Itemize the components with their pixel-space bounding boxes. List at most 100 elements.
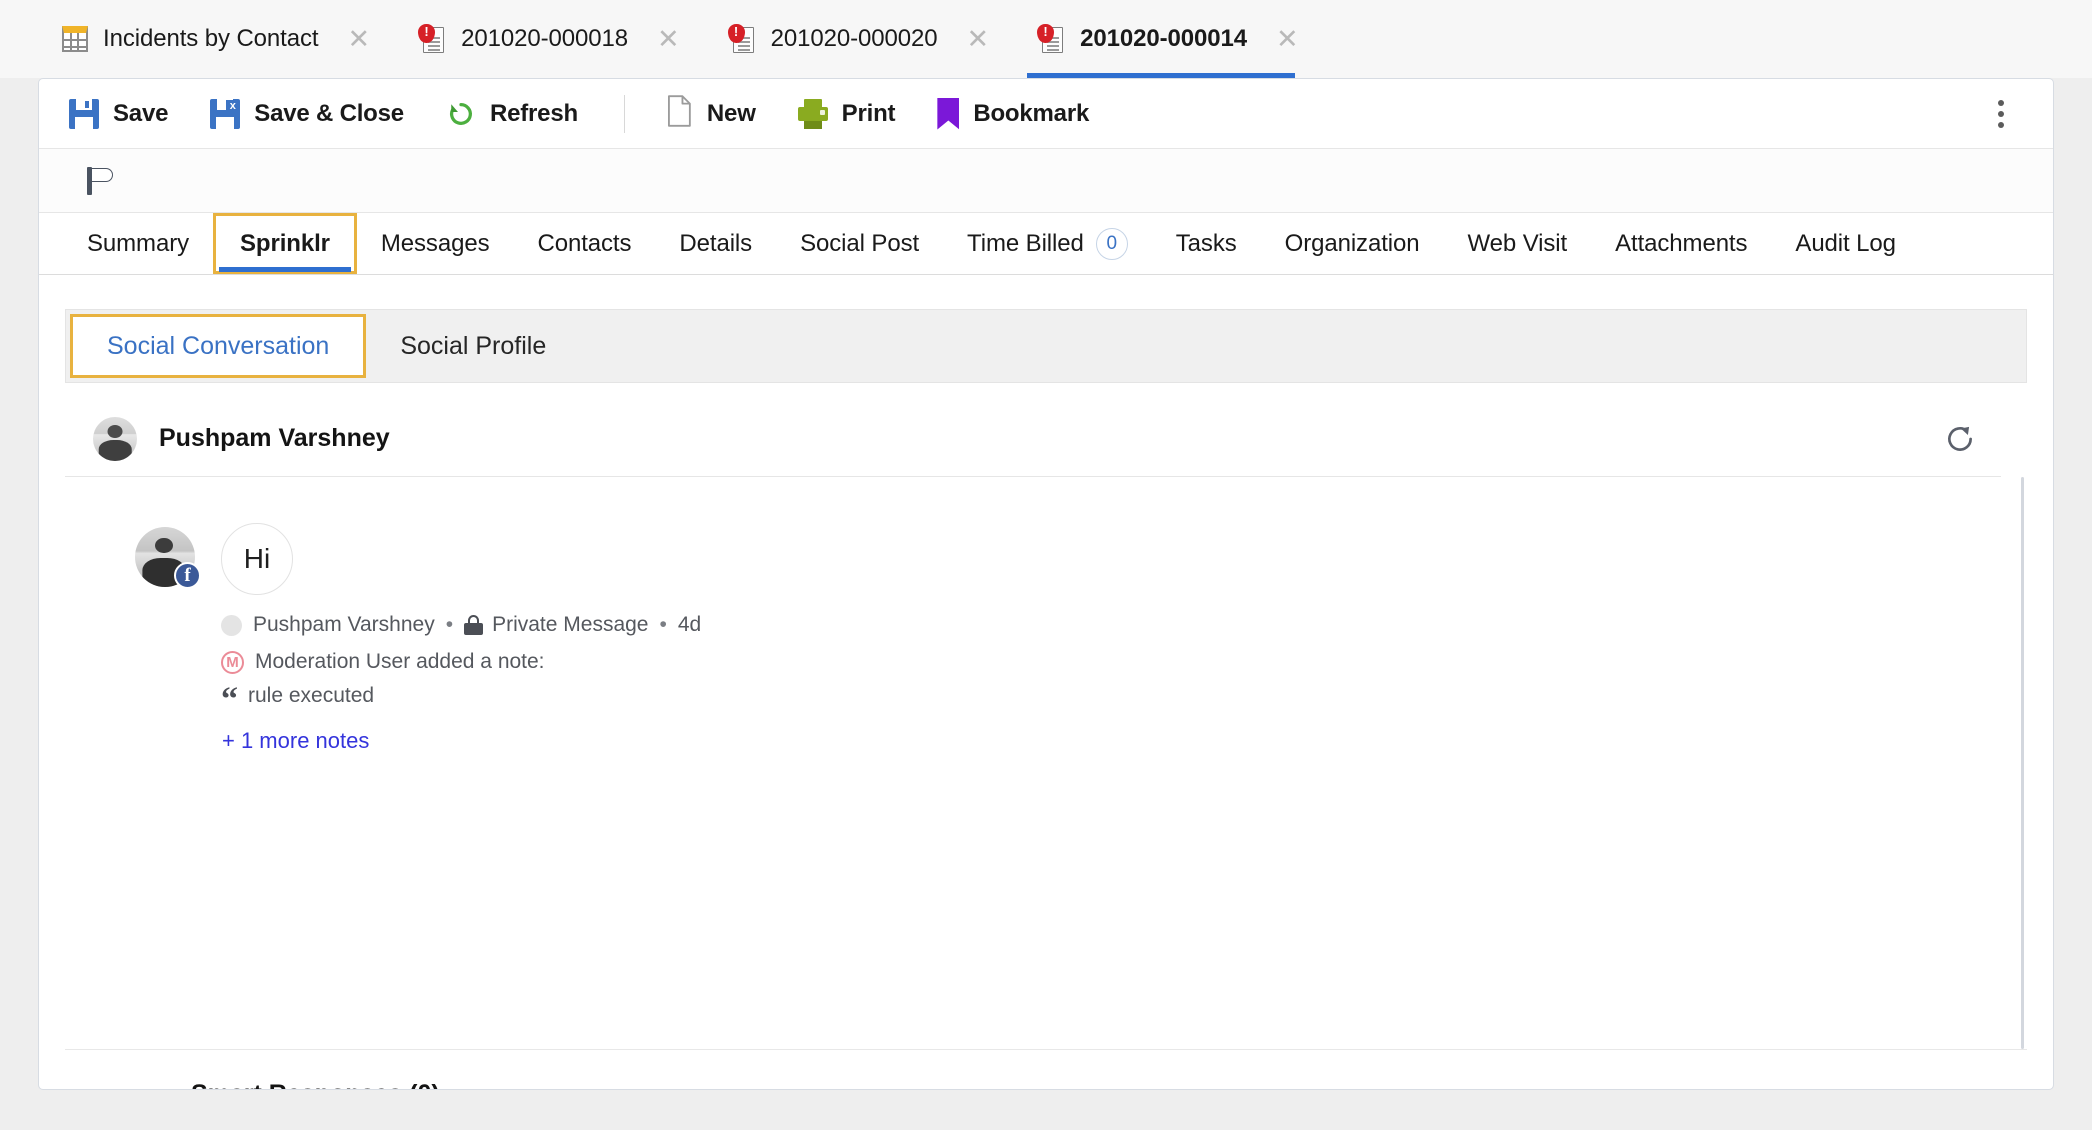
message-channel: Private Message bbox=[492, 613, 649, 636]
message-author: Pushpam Varshney bbox=[253, 613, 435, 636]
tab-sprinklr[interactable]: Sprinklr bbox=[212, 213, 357, 274]
subtab-label: Social Conversation bbox=[107, 331, 330, 360]
refresh-icon bbox=[446, 99, 476, 129]
incident-icon: ! bbox=[418, 24, 446, 54]
chevron-down-icon bbox=[159, 1089, 177, 1090]
tab-201020-000020[interactable]: ! 201020-000020 ✕ bbox=[718, 0, 1010, 78]
note-author: Moderation User added a note: bbox=[255, 650, 545, 673]
avatar: f bbox=[135, 527, 201, 589]
tab-label: Social Post bbox=[800, 229, 920, 257]
tab-label: 201020-000020 bbox=[770, 25, 938, 52]
new-document-icon bbox=[667, 95, 693, 132]
close-icon[interactable]: ✕ bbox=[1268, 26, 1307, 53]
tab-attachments[interactable]: Attachments bbox=[1591, 213, 1771, 274]
tab-label: Sprinklr bbox=[239, 229, 330, 257]
save-button[interactable]: Save bbox=[69, 98, 169, 129]
tab-label: 201020-000018 bbox=[461, 25, 628, 52]
save-icon bbox=[69, 98, 99, 129]
tab-messages[interactable]: Messages bbox=[357, 213, 514, 274]
tab-label: Details bbox=[679, 229, 753, 257]
contact-name: Pushpam Varshney bbox=[159, 424, 390, 452]
save-close-label: Save & Close bbox=[254, 99, 404, 127]
social-conversation-panel: Pushpam Varshney f Hi Pushpam Varshney •… bbox=[65, 401, 2027, 1049]
print-label: Print bbox=[841, 99, 896, 127]
tab-label: Summary bbox=[87, 229, 189, 257]
close-icon[interactable]: ✕ bbox=[958, 26, 997, 53]
meta-separator: • bbox=[445, 613, 454, 636]
tab-audit-log[interactable]: Audit Log bbox=[1771, 213, 1920, 274]
tab-label: Audit Log bbox=[1795, 229, 1896, 257]
moderation-icon: M bbox=[221, 650, 244, 674]
tab-201020-000018[interactable]: ! 201020-000018 ✕ bbox=[408, 0, 700, 78]
record-window: Save x Save & Close Refresh New Print Bo… bbox=[38, 78, 2054, 1090]
tab-label: Web Visit bbox=[1467, 229, 1568, 257]
record-nav-tabs: Summary Sprinklr Messages Contacts Detai… bbox=[39, 213, 2053, 275]
incident-icon: ! bbox=[1037, 24, 1065, 54]
bookmark-label: Bookmark bbox=[973, 99, 1090, 127]
facebook-icon: f bbox=[174, 562, 201, 589]
mini-avatar-icon bbox=[221, 614, 242, 636]
subtab-social-profile[interactable]: Social Profile bbox=[366, 310, 580, 382]
tab-time-billed[interactable]: Time Billed 0 bbox=[943, 213, 1152, 274]
save-close-icon: x bbox=[210, 98, 241, 129]
new-button[interactable]: New bbox=[667, 95, 756, 132]
quote-icon: “ bbox=[221, 681, 238, 718]
save-label: Save bbox=[113, 99, 169, 127]
tab-contacts[interactable]: Contacts bbox=[513, 213, 655, 274]
tab-label: Time Billed bbox=[967, 229, 1084, 257]
browser-tab-strip: Incidents by Contact ✕ ! 201020-000018 ✕… bbox=[0, 0, 2092, 78]
smart-responses-title: Smart Responses (0) bbox=[191, 1080, 440, 1089]
bookmark-button[interactable]: Bookmark bbox=[937, 97, 1090, 130]
note-text: rule executed bbox=[248, 684, 375, 707]
print-button[interactable]: Print bbox=[797, 98, 896, 129]
incident-icon: ! bbox=[727, 24, 756, 54]
grid-icon bbox=[62, 26, 88, 52]
tab-summary[interactable]: Summary bbox=[63, 213, 213, 274]
more-options-icon[interactable] bbox=[1987, 97, 2015, 131]
toolbar-divider bbox=[623, 94, 625, 133]
avatar bbox=[93, 416, 137, 461]
printer-icon bbox=[797, 98, 828, 129]
smart-responses-toggle[interactable]: Smart Responses (0) bbox=[65, 1062, 2027, 1090]
tab-details[interactable]: Details bbox=[655, 213, 776, 274]
note-quote: “ rule executed bbox=[221, 681, 701, 718]
message-body: Hi Pushpam Varshney • Private Message • … bbox=[221, 523, 701, 754]
tab-incidents-by-contact[interactable]: Incidents by Contact ✕ bbox=[52, 0, 390, 78]
message-age: 4d bbox=[677, 613, 702, 636]
tab-label: Attachments bbox=[1615, 229, 1748, 257]
refresh-button[interactable]: Refresh bbox=[446, 99, 578, 129]
tab-label: Messages bbox=[380, 229, 490, 257]
command-bar: Save x Save & Close Refresh New Print Bo… bbox=[39, 79, 2053, 149]
time-billed-badge: 0 bbox=[1095, 227, 1128, 260]
tab-organization[interactable]: Organization bbox=[1261, 213, 1444, 274]
flag-row bbox=[39, 149, 2053, 213]
note-author-line: M Moderation User added a note: bbox=[221, 650, 701, 674]
save-and-close-button[interactable]: x Save & Close bbox=[210, 98, 404, 129]
refresh-icon[interactable] bbox=[1943, 422, 1977, 456]
meta-separator: • bbox=[659, 613, 667, 636]
subtab-label: Social Profile bbox=[400, 331, 547, 360]
flag-icon[interactable] bbox=[87, 166, 117, 195]
tab-201020-000014[interactable]: ! 201020-000014 ✕ bbox=[1027, 0, 1319, 78]
tab-label: Organization bbox=[1284, 229, 1420, 257]
refresh-label: Refresh bbox=[489, 99, 578, 127]
bookmark-icon bbox=[937, 97, 960, 130]
sprinklr-sub-tabs: Social Conversation Social Profile bbox=[65, 309, 2027, 383]
message-item: f Hi Pushpam Varshney • Private Message bbox=[135, 523, 2027, 754]
new-label: New bbox=[706, 99, 756, 127]
message-bubble: Hi bbox=[221, 523, 293, 595]
message-meta: Pushpam Varshney • Private Message • 4d bbox=[221, 613, 701, 637]
tab-label: Contacts bbox=[537, 229, 632, 257]
tab-label: 201020-000014 bbox=[1080, 25, 1247, 52]
tab-web-visit[interactable]: Web Visit bbox=[1444, 213, 1592, 274]
more-notes-link[interactable]: + 1 more notes bbox=[222, 728, 701, 754]
message-list: f Hi Pushpam Varshney • Private Message bbox=[65, 477, 2027, 754]
app-window: Incidents by Contact ✕ ! 201020-000018 ✕… bbox=[0, 0, 2092, 1130]
conversation-header: Pushpam Varshney bbox=[65, 401, 2001, 477]
close-icon[interactable]: ✕ bbox=[649, 26, 688, 53]
smart-responses-section: Smart Responses (0) i Sorry, we don’t ha… bbox=[65, 1049, 2027, 1090]
tab-tasks[interactable]: Tasks bbox=[1152, 213, 1261, 274]
subtab-social-conversation[interactable]: Social Conversation bbox=[70, 314, 367, 378]
tab-social-post[interactable]: Social Post bbox=[776, 213, 943, 274]
close-icon[interactable]: ✕ bbox=[339, 26, 378, 53]
